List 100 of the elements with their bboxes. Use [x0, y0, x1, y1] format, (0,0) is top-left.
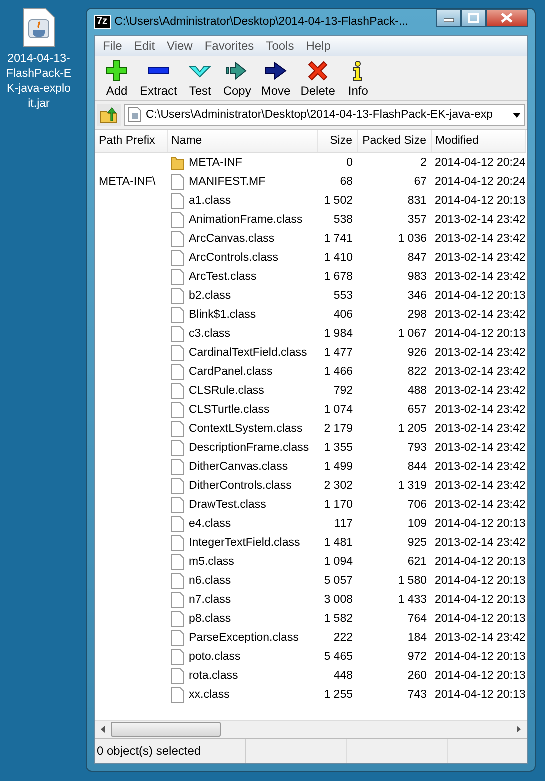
file-name: Blink$1.class: [189, 308, 256, 320]
file-name: 2014-04-13-FlashPack-EK-java-exploit.jar: [6, 52, 72, 112]
table-cell-text: 2014-04-12 20:13: [434, 612, 525, 626]
column-header[interactable]: Path Prefix: [95, 130, 167, 152]
file-name: n6.class: [189, 574, 232, 586]
toolbar-button[interactable]: Add: [99, 60, 135, 98]
file-icon: [171, 592, 185, 608]
menu-item[interactable]: Favorites: [198, 39, 260, 53]
table-cell-text: 184: [406, 630, 428, 646]
table-cell-text: 406: [332, 308, 354, 322]
table-cell-text: 2014-04-12 20:13: [434, 194, 525, 208]
menu-item[interactable]: Help: [300, 39, 337, 53]
address-field[interactable]: C:\Users\Administrator\Desktop\2014-04-13-FlashPack-EK-java-exp: [124, 104, 525, 126]
table-cell-text: 1 255: [323, 688, 354, 702]
menu-item[interactable]: View: [161, 39, 199, 53]
table-cell-text: 793: [406, 440, 428, 456]
arrow-icon: [265, 60, 288, 82]
toolbar-button[interactable]: Copy: [218, 60, 256, 98]
table-cell-text: 1 580: [397, 574, 428, 588]
file-icon: [171, 420, 185, 436]
table-cell-text: 1 355: [323, 440, 354, 456]
table-cell-text: 2 179: [323, 422, 354, 436]
table-cell-text: 260: [406, 668, 428, 684]
maximize-button[interactable]: [461, 9, 486, 27]
menu-item[interactable]: Edit: [128, 39, 162, 53]
column-header[interactable]: Size: [317, 130, 357, 152]
file-icon: [171, 268, 185, 284]
scroll-right-icon[interactable]: [517, 726, 521, 733]
file-icon: [171, 458, 185, 474]
table-cell-text: 1 205: [397, 422, 428, 436]
table-cell-text: 743: [406, 688, 428, 702]
close-icon: [501, 13, 513, 23]
table-cell-text: 1 319: [397, 478, 428, 494]
file-name: IntegerTextField.class: [189, 536, 300, 548]
dropdown-icon[interactable]: [513, 112, 521, 118]
horizontal-scrollbar[interactable]: [95, 720, 527, 738]
column-header[interactable]: Name: [167, 130, 317, 152]
table-cell-text: 2013-02-14 23:42: [434, 346, 525, 360]
table-cell-text: 5 465: [323, 650, 354, 664]
file-icon: [171, 364, 185, 380]
menu-item[interactable]: File: [97, 39, 128, 53]
table-cell-text: 2013-02-14 23:42: [434, 212, 525, 228]
table-cell-text: 657: [406, 402, 428, 418]
table-cell-text: 1 477: [323, 346, 354, 360]
table-cell-text: 792: [332, 384, 354, 398]
table-cell-text: 2013-02-14 23:42: [434, 308, 525, 322]
table-cell-text: 1 094: [323, 554, 354, 570]
file-name: ArcControls.class: [189, 252, 278, 264]
toolbar-button[interactable]: Extract: [135, 60, 182, 98]
table-cell-text: 1 074: [323, 402, 354, 418]
file-icon: [171, 288, 185, 304]
file-icon: [171, 344, 185, 360]
minimize-button[interactable]: [436, 9, 461, 27]
file-icon: [171, 326, 185, 342]
toolbar-button[interactable]: Test: [182, 60, 218, 98]
file-name: META-INF: [189, 156, 242, 168]
table-cell-text: 822: [406, 364, 428, 380]
file-icon: [171, 516, 185, 532]
column-header[interactable]: Packed Size: [357, 130, 431, 152]
table-cell-text: 621: [406, 554, 428, 570]
file-icon: [171, 610, 185, 626]
up-folder-button[interactable]: [97, 104, 121, 126]
toolbar-button[interactable]: Info: [340, 60, 376, 98]
menu-item[interactable]: Tools: [260, 39, 300, 53]
table-cell-text: 2014-04-12 20:13: [434, 554, 525, 570]
file-name: CLSRule.class: [189, 384, 264, 396]
file-icon: [171, 648, 185, 664]
table-cell-text: 538: [332, 212, 354, 228]
file-name: rota.class: [189, 670, 238, 682]
table-cell-text: 2014-04-12 20:13: [434, 688, 525, 702]
close-button[interactable]: [486, 9, 528, 27]
file-name: xx.class: [189, 688, 230, 700]
column-header[interactable]: Modified: [431, 130, 525, 152]
file-icon: [171, 534, 185, 550]
table-cell-text: 448: [332, 668, 354, 684]
table-cell-text: 117: [334, 516, 354, 532]
file-icon: [171, 382, 185, 398]
file-icon: [171, 230, 185, 246]
toolbar-button[interactable]: Move: [256, 60, 296, 98]
table-cell-text: 2013-02-14 23:42: [434, 440, 525, 456]
table-cell-text: 109: [406, 516, 428, 532]
table-cell-text: 488: [406, 384, 428, 398]
java-file-icon[interactable]: [22, 8, 56, 48]
table-cell-text: 706: [406, 498, 428, 512]
table-cell-text: 2013-02-14 23:42: [434, 536, 525, 550]
cross-icon: [307, 60, 330, 82]
table-cell-text: 346: [406, 288, 428, 304]
table-cell-text: 972: [406, 650, 428, 664]
table-cell-text: 553: [332, 288, 354, 304]
toolbar-button[interactable]: Delete: [296, 60, 340, 98]
file-name: ContextLSystem.class: [189, 422, 303, 434]
table-cell-text: 2014-04-12 20:13: [434, 574, 525, 588]
file-name: p8.class: [189, 612, 232, 624]
table-cell-text: 2013-02-14 23:42: [434, 364, 525, 380]
file-icon: [171, 212, 185, 228]
table-cell-text: META-INF\: [98, 174, 157, 190]
scroll-left-icon[interactable]: [101, 726, 105, 733]
table-cell-text: 847: [406, 250, 428, 266]
file-name: poto.class: [189, 650, 241, 662]
table-cell-text: 298: [406, 308, 428, 322]
